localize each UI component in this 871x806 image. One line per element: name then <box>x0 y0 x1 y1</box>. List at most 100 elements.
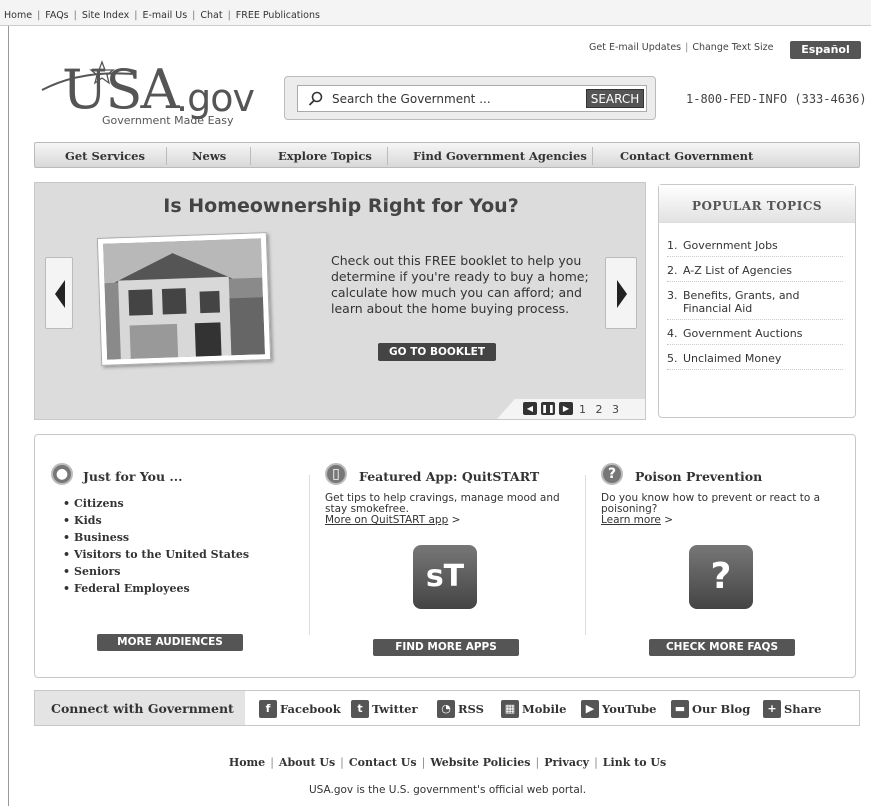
twitter-link[interactable]: t Twitter <box>351 700 418 718</box>
footer-link-link-to-us[interactable]: Link to Us <box>603 756 666 769</box>
youtube-label: YouTube <box>602 702 657 716</box>
footer-link-privacy[interactable]: Privacy <box>544 756 589 769</box>
email-updates-link[interactable]: Get E-mail Updates <box>589 42 681 53</box>
just-for-you-title: Just for You ... <box>83 469 183 484</box>
popular-topic-item[interactable]: 4. Government Auctions <box>667 327 843 345</box>
faq-question-icon[interactable]: ? <box>689 545 753 609</box>
topic-label: Unclaimed Money <box>683 352 782 365</box>
audience-item[interactable]: Kids <box>63 514 249 527</box>
topic-label: Government Auctions <box>683 327 803 340</box>
nav-divider <box>250 147 251 165</box>
twitter-icon: t <box>351 700 369 718</box>
audience-item[interactable]: Visitors to the United States <box>63 548 249 561</box>
connect-label: Connect with Government <box>35 691 245 725</box>
check-more-faqs-button[interactable]: CHECK MORE FAQS <box>649 639 795 656</box>
nav-divider <box>387 147 388 165</box>
quitstart-link[interactable]: More on QuitSTART app <box>325 514 448 526</box>
find-more-apps-button[interactable]: FIND MORE APPS <box>373 639 519 656</box>
change-text-size-link[interactable]: Change Text Size <box>692 42 773 53</box>
rss-label: RSS <box>458 702 484 716</box>
footer-link-contact[interactable]: Contact Us <box>349 756 417 769</box>
footer-link-policies[interactable]: Website Policies <box>430 756 530 769</box>
util-link-email[interactable]: E-mail Us <box>142 10 187 21</box>
carousel-next-arrow-icon[interactable] <box>605 257 637 329</box>
usagov-logo[interactable]: USA .gov Government Made Easy <box>40 60 270 132</box>
hero-title: Is Homeownership Right for You? <box>163 195 519 217</box>
espanol-button[interactable]: Español <box>790 41 861 59</box>
blog-icon: ▬ <box>671 700 689 718</box>
share-link[interactable]: + Share <box>763 700 822 718</box>
facebook-label: Facebook <box>280 702 341 716</box>
more-audiences-button[interactable]: MORE AUDIENCES <box>97 634 243 651</box>
mobile-link[interactable]: ▦ Mobile <box>501 700 567 718</box>
logo-usa-text: USA <box>62 58 179 121</box>
carousel-prev-icon[interactable]: ◀ <box>523 402 537 415</box>
audience-item[interactable]: Seniors <box>63 565 249 578</box>
nav-find-agencies[interactable]: Find Government Agencies <box>413 149 587 163</box>
search-icon <box>308 91 323 106</box>
audience-list: Citizens Kids Business Visitors to the U… <box>63 497 249 599</box>
youtube-icon: ▶ <box>581 700 599 718</box>
search-field-wrapper: SEARCH <box>297 85 647 112</box>
learn-more-link[interactable]: Learn more <box>601 514 661 526</box>
carousel-pause-icon[interactable]: ❚❚ <box>541 402 555 415</box>
carousel-play-icon[interactable]: ▶ <box>559 402 573 415</box>
go-to-booklet-button[interactable]: GO TO BOOKLET <box>378 343 496 361</box>
popular-topic-item[interactable]: 1. Government Jobs <box>667 239 843 257</box>
util-link-home[interactable]: Home <box>4 10 32 21</box>
question-mark-icon: ? <box>601 463 623 485</box>
mobile-phone-icon: ▯ <box>325 463 347 485</box>
featured-app-text: Get tips to help cravings, manage mood a… <box>325 492 560 515</box>
search-button[interactable]: SEARCH <box>586 89 644 108</box>
audience-item[interactable]: Citizens <box>63 497 249 510</box>
popular-topic-item[interactable]: 5. Unclaimed Money <box>667 352 843 370</box>
top-links: Get E-mail Updates | Change Text Size <box>589 42 774 53</box>
topic-number: 3. <box>667 289 678 302</box>
util-link-publications[interactable]: FREE Publications <box>236 10 320 21</box>
youtube-link[interactable]: ▶ YouTube <box>581 700 656 718</box>
featured-app-column: ▯ Featured App: QuitSTART Get tips to he… <box>325 435 585 677</box>
util-link-site-index[interactable]: Site Index <box>82 10 129 21</box>
logo-tagline: Government Made Easy <box>102 114 234 127</box>
popular-topic-item[interactable]: 3. Benefits, Grants, and Financial Aid <box>667 289 843 320</box>
search-box: SEARCH <box>284 76 656 120</box>
poison-description: Do you know how to prevent or react to a… <box>601 493 841 526</box>
carousel-pager: ◀ ❚❚ ▶ 1 2 3 <box>497 399 645 419</box>
share-label: Share <box>784 702 822 716</box>
carousel-page-numbers[interactable]: 1 2 3 <box>579 403 622 416</box>
util-link-faqs[interactable]: FAQs <box>45 10 68 21</box>
feature-columns: ● Just for You ... Citizens Kids Busines… <box>34 434 856 678</box>
util-link-chat[interactable]: Chat <box>200 10 222 21</box>
quitstart-app-icon[interactable]: sT <box>413 545 477 609</box>
blog-label: Our Blog <box>692 702 751 716</box>
carousel-prev-arrow-icon[interactable] <box>45 257 73 329</box>
nav-explore-topics[interactable]: Explore Topics <box>278 149 372 163</box>
audience-item[interactable]: Federal Employees <box>63 582 249 595</box>
nav-divider <box>166 147 167 165</box>
column-divider <box>585 475 586 635</box>
footer-link-about[interactable]: About Us <box>279 756 335 769</box>
facebook-icon: f <box>259 700 277 718</box>
connect-bar: Connect with Government f Facebook t Twitt… <box>34 690 860 726</box>
featured-app-description: Get tips to help cravings, manage mood a… <box>325 493 565 526</box>
search-input[interactable] <box>332 86 572 111</box>
person-icon: ● <box>51 463 73 485</box>
blog-link[interactable]: ▬ Our Blog <box>671 700 750 718</box>
audience-item[interactable]: Business <box>63 531 249 544</box>
nav-news[interactable]: News <box>192 149 226 163</box>
link-arrow: > <box>451 514 461 526</box>
poison-text: Do you know how to prevent or react to a… <box>601 492 821 515</box>
nav-get-services[interactable]: Get Services <box>65 149 145 163</box>
rss-link[interactable]: ◔ RSS <box>437 700 484 718</box>
footer-links: Home | About Us | Contact Us | Website Policie… <box>228 756 667 769</box>
topic-label: Benefits, Grants, and Financial Aid <box>683 289 800 315</box>
topic-number: 4. <box>667 327 678 340</box>
popular-topic-item[interactable]: 2. A-Z List of Agencies <box>667 264 843 282</box>
logo-gov-text: .gov <box>176 76 255 120</box>
footer-link-home[interactable]: Home <box>229 756 265 769</box>
topic-label: A-Z List of Agencies <box>683 264 792 277</box>
nav-contact-government[interactable]: Contact Government <box>620 149 753 163</box>
poison-prevention-title: Poison Prevention <box>635 469 763 484</box>
house-image-icon <box>103 238 265 360</box>
facebook-link[interactable]: f Facebook <box>259 700 341 718</box>
